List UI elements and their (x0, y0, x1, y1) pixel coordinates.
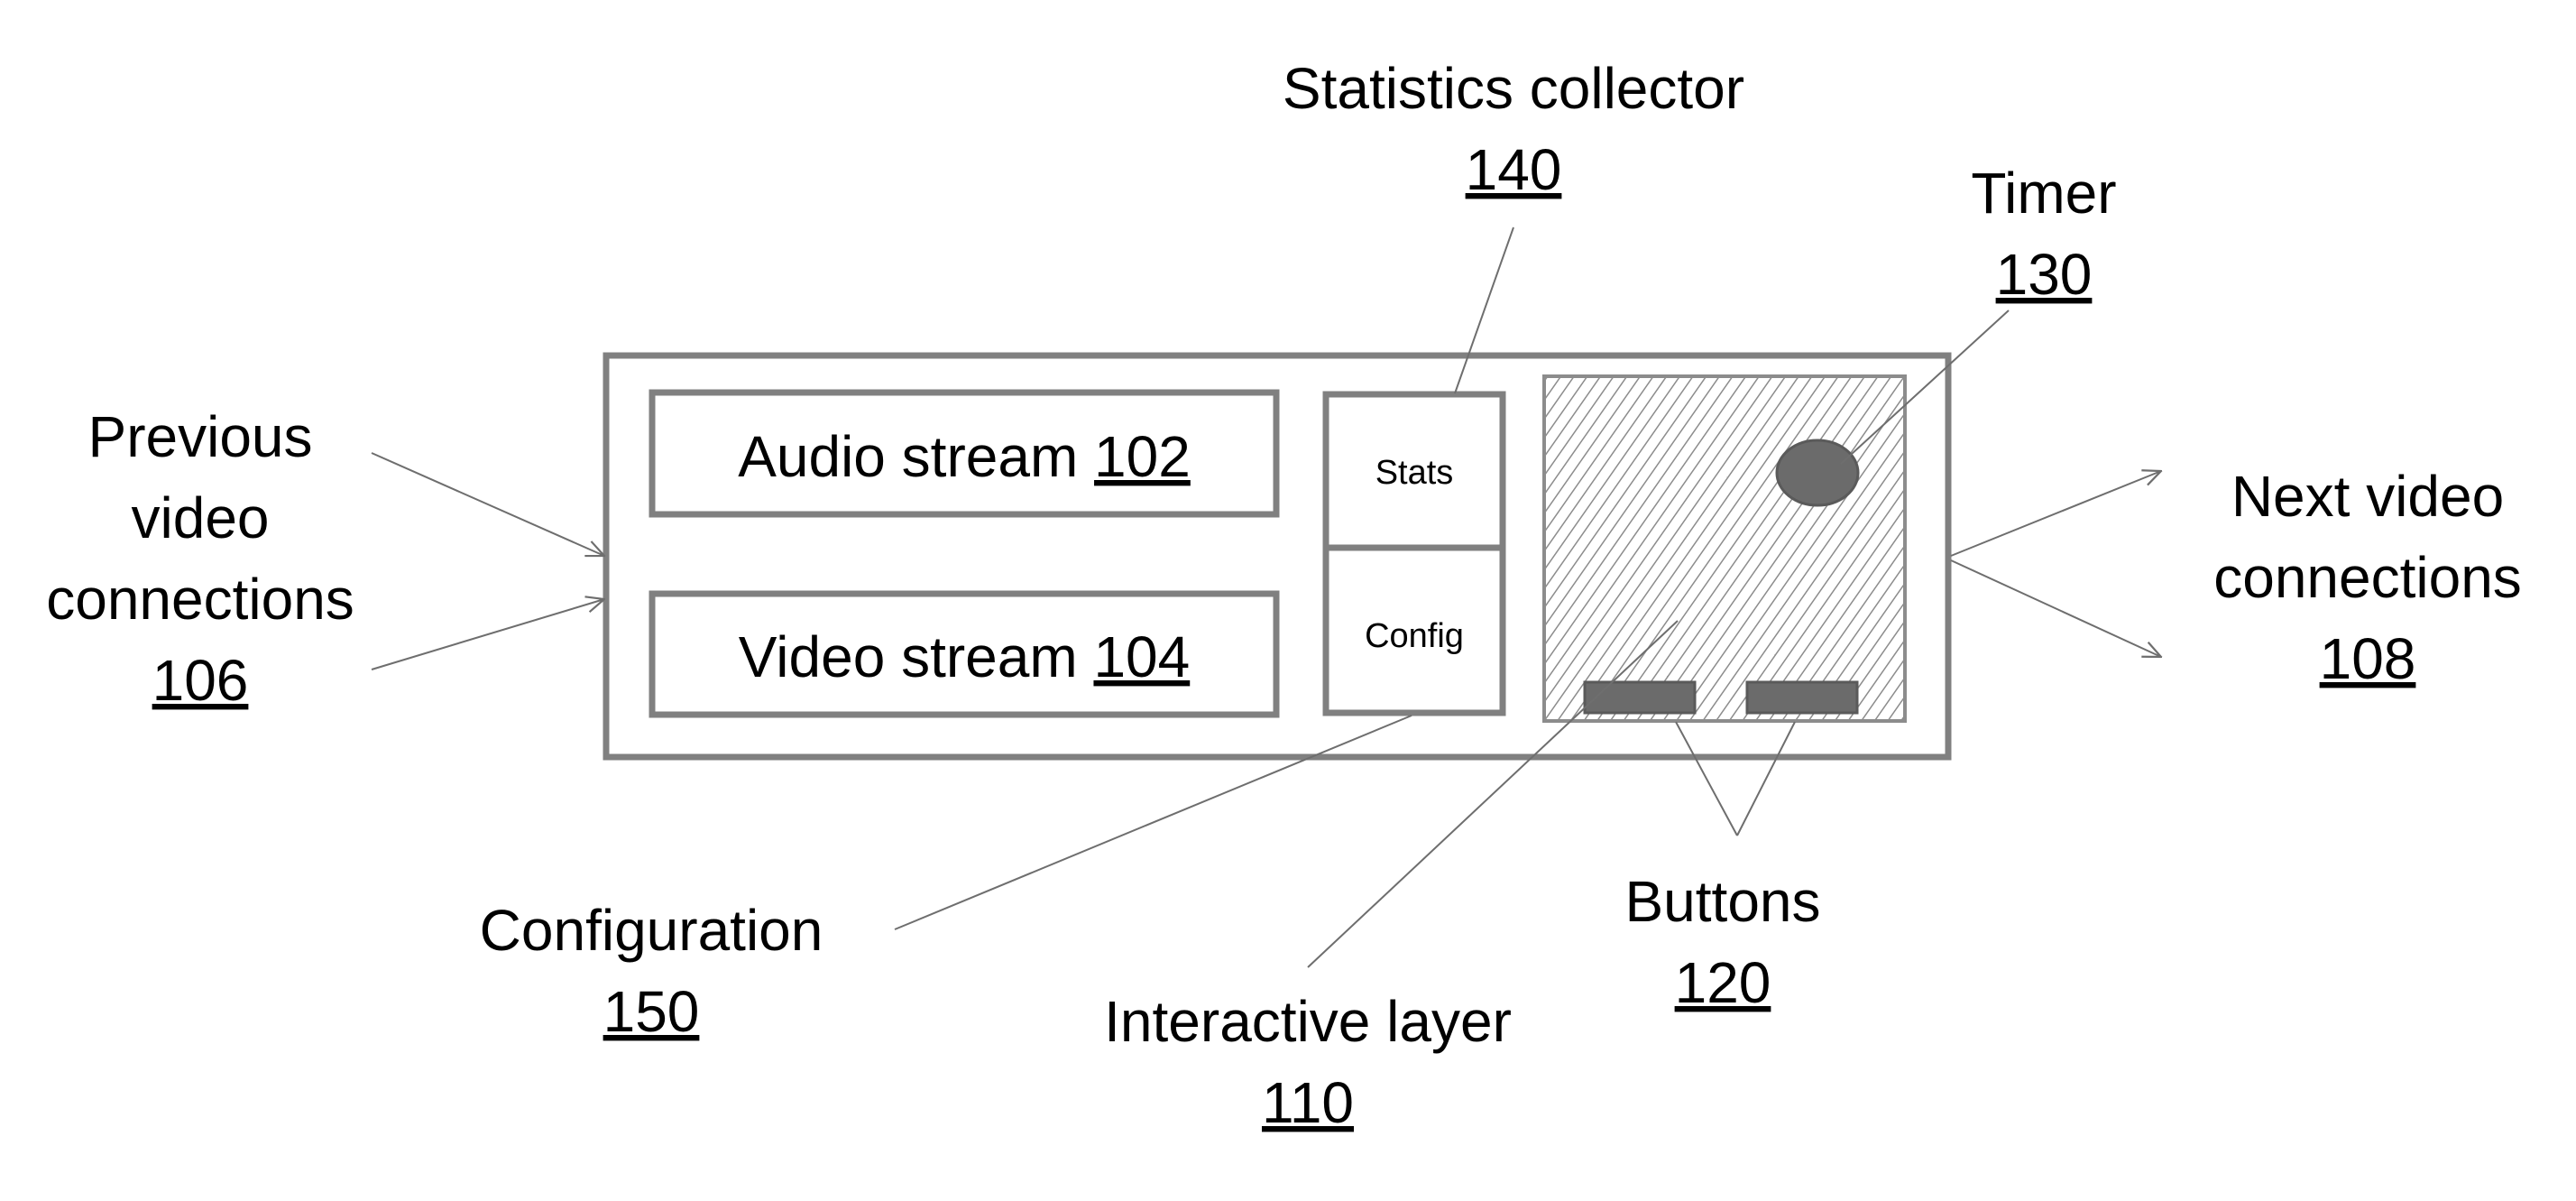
interactive-layer-region (1542, 374, 1907, 723)
patent-diagram: Audio stream 102 Video stream 104 Stats … (46, 56, 2522, 1135)
audio-stream-box: Audio stream 102 (649, 389, 1280, 518)
previous-connections-line-2: video (132, 485, 270, 550)
button-1 (1583, 680, 1697, 715)
buttons-ref: 120 (1675, 950, 1771, 1015)
configuration-label: Configuration (480, 898, 823, 963)
timer-indicator (1775, 439, 1860, 507)
output-arrow-1 (1950, 471, 2161, 557)
callout-configuration: Configuration 150 (480, 898, 823, 1044)
interactive-layer-label: Interactive layer (1104, 989, 1512, 1054)
output-arrow-2 (1950, 559, 2161, 657)
callout-timer: Timer 130 (1971, 161, 2116, 307)
callout-next-connections: Next video connections 108 (2213, 464, 2522, 691)
statistics-collector-ref: 140 (1466, 137, 1562, 202)
next-connections-ref: 108 (2320, 626, 2416, 691)
audio-stream-label: Audio stream 102 (738, 424, 1191, 489)
video-stream-ref: 104 (1093, 624, 1190, 689)
callout-previous-connections: Previous video connections 106 (46, 404, 354, 713)
video-stream-box: Video stream 104 (649, 590, 1280, 718)
input-arrow-1 (371, 452, 604, 556)
timer-ref: 130 (1996, 242, 2093, 307)
button-2 (1745, 680, 1859, 715)
next-connections-line-1: Next video (2231, 464, 2504, 529)
stats-label: Stats (1375, 454, 1454, 492)
config-box: Config (1322, 544, 1506, 716)
previous-connections-ref: 106 (152, 648, 249, 713)
statistics-collector-label: Statistics collector (1283, 56, 1744, 121)
callout-interactive-layer: Interactive layer 110 (1104, 989, 1512, 1135)
stats-box: Stats (1322, 391, 1506, 551)
video-stream-label: Video stream 104 (739, 624, 1190, 689)
timer-label: Timer (1971, 161, 2116, 226)
callout-statistics-collector: Statistics collector 140 (1283, 56, 1744, 202)
audio-stream-ref: 102 (1094, 424, 1191, 489)
buttons-label: Buttons (1624, 869, 1820, 934)
input-arrow-2 (371, 599, 604, 670)
configuration-ref: 150 (603, 979, 700, 1044)
next-connections-line-2: connections (2213, 545, 2522, 610)
callout-buttons: Buttons 120 (1624, 869, 1820, 1015)
previous-connections-line-1: Previous (88, 404, 313, 469)
interactive-layer-ref: 110 (1262, 1070, 1354, 1135)
previous-connections-line-3: connections (46, 567, 354, 632)
config-label: Config (1365, 617, 1464, 655)
